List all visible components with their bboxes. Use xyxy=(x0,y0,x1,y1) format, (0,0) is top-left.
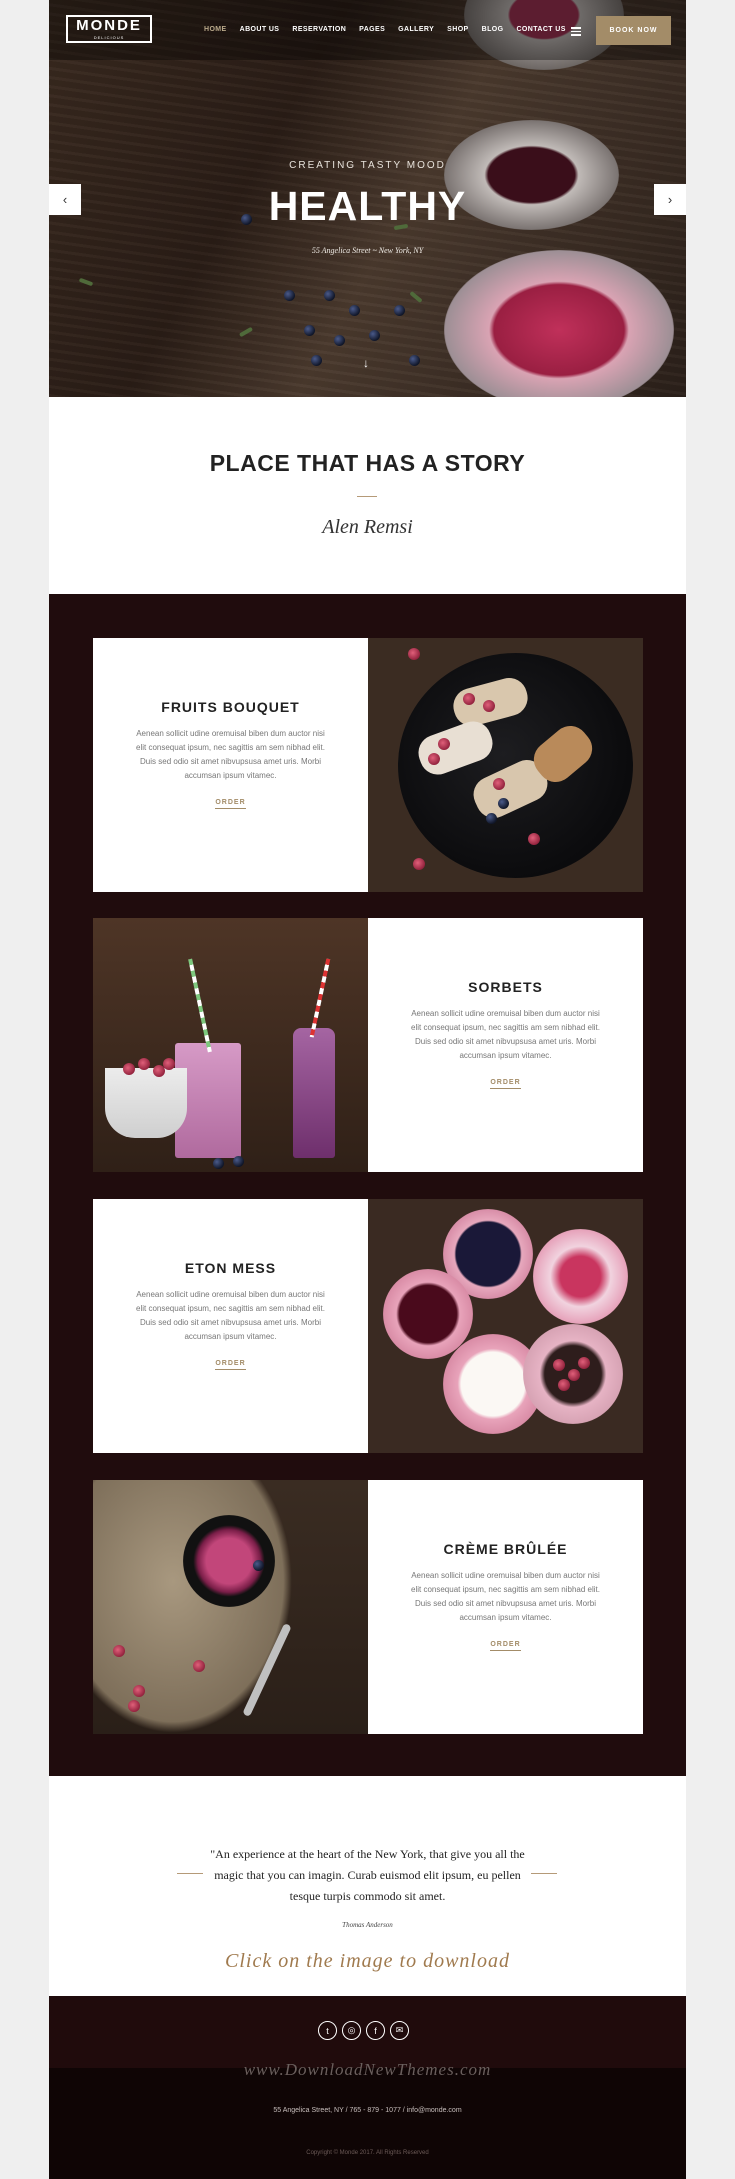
slider-prev-button[interactable]: ‹ xyxy=(49,184,81,215)
menu-card-image[interactable] xyxy=(368,638,643,892)
order-link[interactable]: ORDER xyxy=(215,799,246,809)
menu-card-title: CRÈME BRÛLÉE xyxy=(443,1541,568,1557)
menu-card-image[interactable] xyxy=(93,1480,368,1734)
slider-next-button[interactable]: › xyxy=(654,184,686,215)
menu-card-text: Aenean sollicit udine oremuisal biben du… xyxy=(411,1571,600,1622)
copyright: Copyright © Monde 2017. All Rights Reser… xyxy=(306,2150,429,2156)
menu-card-image[interactable] xyxy=(368,1199,643,1453)
menu-card-text: Aenean sollicit udine oremuisal biben du… xyxy=(136,1290,325,1341)
social-links: t ◎ f ✉ xyxy=(318,2021,409,2040)
order-link[interactable]: ORDER xyxy=(215,1360,246,1370)
hero-address: 55 Angelica Street ~ New York, NY xyxy=(311,246,424,255)
hero-slider: MONDE DELICIOUS HOME ABOUT US RESERVATIO… xyxy=(49,0,686,397)
book-now-button[interactable]: BOOK NOW xyxy=(596,16,671,45)
menu-card: ETON MESS Aenean sollicit udine oremuisa… xyxy=(93,1199,643,1453)
testimonial-quote: "An experience at the heart of the New Y… xyxy=(210,1847,525,1903)
footer: t ◎ f ✉ www.DownloadNewThemes.com 55 Ang… xyxy=(49,1996,686,2179)
testimonial: "An experience at the heart of the New Y… xyxy=(49,1844,686,1907)
menu-card-image[interactable] xyxy=(93,918,368,1172)
menu-card: SORBETS Aenean sollicit udine oremuisal … xyxy=(93,918,643,1172)
page: MONDE DELICIOUS HOME ABOUT US RESERVATIO… xyxy=(49,0,686,2179)
main-nav: HOME ABOUT US RESERVATION PAGES GALLERY … xyxy=(204,26,579,33)
menu-card: CRÈME BRÛLÉE Aenean sollicit udine oremu… xyxy=(93,1480,643,1734)
testimonial-author: Thomas Anderson xyxy=(342,1921,393,1929)
nav-shop[interactable]: SHOP xyxy=(447,26,468,33)
menu-card-title: ETON MESS xyxy=(184,1260,277,1276)
nav-contact-us[interactable]: CONTACT US xyxy=(516,26,565,33)
facebook-icon[interactable]: f xyxy=(366,2021,385,2040)
watermark: www.DownloadNewThemes.com xyxy=(243,2060,492,2079)
hero-title: HEALTHY xyxy=(268,183,467,229)
mail-icon[interactable]: ✉ xyxy=(390,2021,409,2040)
nav-home[interactable]: HOME xyxy=(204,26,227,33)
site-logo[interactable]: MONDE DELICIOUS xyxy=(66,15,152,43)
chevron-right-icon: › xyxy=(667,192,673,207)
download-note[interactable]: Click on the image to download xyxy=(49,1950,686,1973)
nav-pages[interactable]: PAGES xyxy=(359,26,385,33)
nav-about-us[interactable]: ABOUT US xyxy=(240,26,280,33)
menu-card-text: Aenean sollicit udine oremuisal biben du… xyxy=(136,729,325,780)
chevron-left-icon: ‹ xyxy=(62,192,68,207)
bowl-image xyxy=(444,250,674,397)
hero-eyebrow: CREATING TASTY MOOD xyxy=(289,160,446,171)
instagram-icon[interactable]: ◎ xyxy=(342,2021,361,2040)
menu-card: FRUITS BOUQUET Aenean sollicit udine ore… xyxy=(93,638,643,892)
order-link[interactable]: ORDER xyxy=(490,1079,521,1089)
nav-blog[interactable]: BLOG xyxy=(482,26,504,33)
order-link[interactable]: ORDER xyxy=(490,1641,521,1651)
nav-reservation[interactable]: RESERVATION xyxy=(292,26,346,33)
nav-gallery[interactable]: GALLERY xyxy=(398,26,434,33)
menu-card-text: Aenean sollicit udine oremuisal biben du… xyxy=(411,1009,600,1060)
menu-card-title: SORBETS xyxy=(468,979,543,995)
scroll-down-icon[interactable]: ↓ xyxy=(363,356,369,370)
story-title: PLACE THAT HAS A STORY xyxy=(209,450,526,476)
signature: Alen Remsi xyxy=(322,516,413,538)
divider xyxy=(357,496,377,497)
footer-address: 55 Angelica Street, NY / 765 - 879 - 107… xyxy=(273,2107,462,2114)
menu-card-title: FRUITS BOUQUET xyxy=(161,699,300,715)
hamburger-icon[interactable] xyxy=(571,27,581,36)
menu-section: FRUITS BOUQUET Aenean sollicit udine ore… xyxy=(49,594,686,1776)
twitter-icon[interactable]: t xyxy=(318,2021,337,2040)
